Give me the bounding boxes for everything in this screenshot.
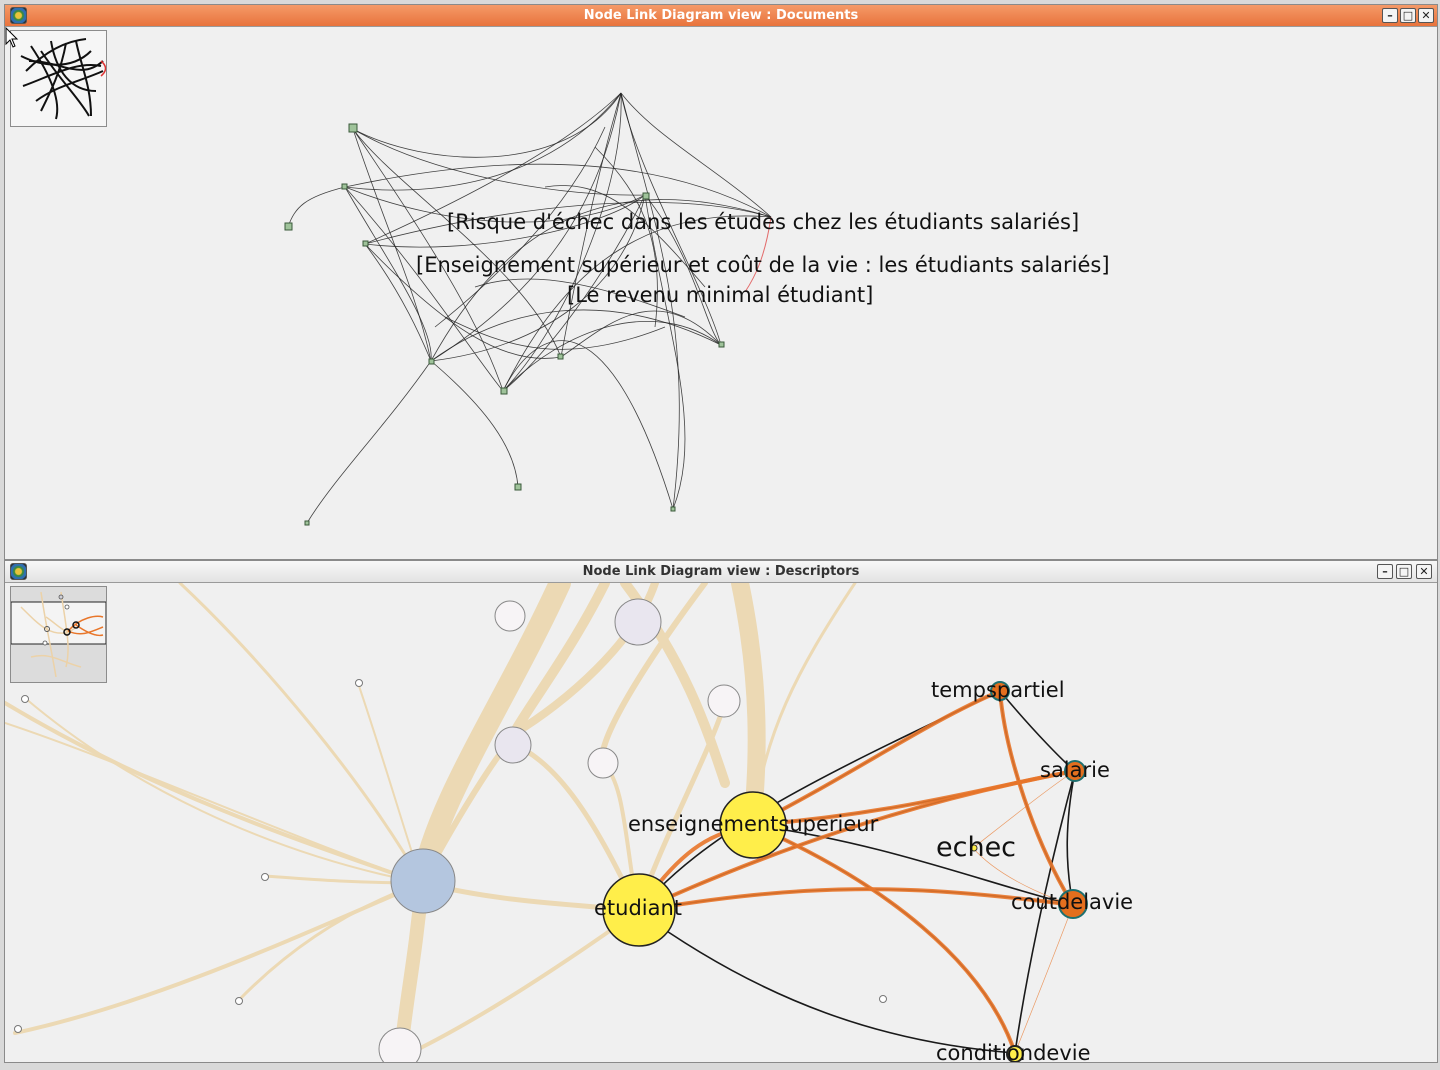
maximize-button[interactable]: □ bbox=[1396, 564, 1412, 579]
node-label-etudiant[interactable]: etudiant bbox=[594, 896, 682, 920]
window-title: Node Link Diagram view : Descriptors bbox=[582, 564, 860, 579]
document-label[interactable]: [Le revenu minimal étudiant] bbox=[567, 283, 873, 307]
mouse-cursor-icon bbox=[5, 27, 19, 48]
maximize-icon: □ bbox=[1398, 565, 1410, 578]
minimize-button[interactable]: – bbox=[1377, 564, 1393, 579]
minimize-icon: – bbox=[1382, 565, 1388, 578]
close-button[interactable]: ✕ bbox=[1416, 564, 1432, 579]
descriptors-minimap[interactable] bbox=[10, 586, 107, 683]
node-label-echec[interactable]: echec bbox=[936, 832, 1016, 863]
close-button[interactable]: ✕ bbox=[1418, 8, 1434, 23]
documents-window: Node Link Diagram view : Documents – □ ✕ bbox=[4, 4, 1438, 560]
node-label-tempspartiel[interactable]: tempspartiel bbox=[931, 678, 1065, 702]
window-title: Node Link Diagram view : Documents bbox=[583, 8, 859, 23]
node-label-salarie[interactable]: salarie bbox=[1040, 758, 1110, 782]
documents-minimap[interactable] bbox=[10, 30, 107, 127]
descriptors-titlebar[interactable]: Node Link Diagram view : Descriptors – □… bbox=[5, 561, 1437, 583]
maximize-icon: □ bbox=[1402, 9, 1414, 22]
descriptors-window: Node Link Diagram view : Descriptors – □… bbox=[4, 560, 1438, 1063]
descriptors-canvas[interactable]: tempspartiel salarie enseignementsuperie… bbox=[5, 583, 1437, 1062]
documents-canvas[interactable]: [Risque d'échec dans les études chez les… bbox=[5, 27, 1437, 559]
document-label[interactable]: [Risque d'échec dans les études chez les… bbox=[447, 210, 1079, 234]
minimize-button[interactable]: – bbox=[1382, 8, 1398, 23]
document-label[interactable]: [Enseignement supérieur et coût de la vi… bbox=[416, 253, 1110, 277]
node-label-conditiondevie[interactable]: conditiondevie bbox=[936, 1041, 1091, 1062]
node-label-coutdelavie[interactable]: coutdelavie bbox=[1011, 890, 1133, 914]
minimize-icon: – bbox=[1387, 9, 1393, 22]
close-icon: ✕ bbox=[1421, 9, 1431, 22]
documents-titlebar[interactable]: Node Link Diagram view : Documents – □ ✕ bbox=[5, 5, 1437, 27]
node-label-enseignementsuperieur[interactable]: enseignementsuperieur bbox=[628, 812, 878, 836]
close-icon: ✕ bbox=[1419, 565, 1429, 578]
maximize-button[interactable]: □ bbox=[1400, 8, 1416, 23]
